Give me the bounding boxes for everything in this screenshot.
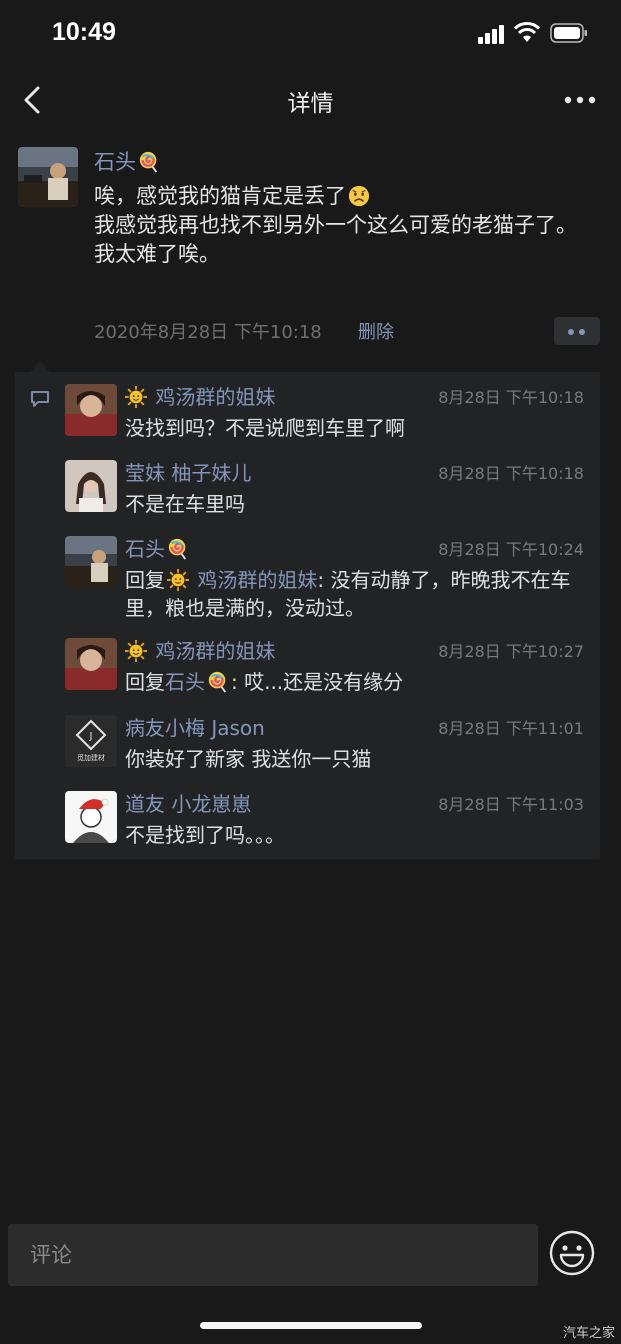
comment-text: 不是在车里吗 (125, 492, 245, 516)
battery-icon (550, 23, 587, 43)
sun-emoji-icon (125, 640, 147, 662)
home-indicator[interactable] (200, 1322, 422, 1329)
status-bar: 10:49 (0, 0, 621, 68)
lollipop-emoji-icon (207, 671, 229, 693)
comment-avatar[interactable] (65, 536, 117, 588)
reply-to-name[interactable]: 石头 (165, 670, 205, 694)
comment-author[interactable]: 莹妹 柚子妹儿 (125, 457, 251, 486)
delete-button[interactable]: 删除 (358, 318, 394, 344)
post-timestamp: 2020年8月28日 下午10:18 (94, 322, 322, 343)
wifi-icon (514, 22, 540, 42)
comment-time: 8月28日 下午10:24 (438, 540, 584, 559)
nav-bar: 详情 (0, 68, 621, 132)
comment-author[interactable]: 石头 (125, 533, 191, 562)
smiley-icon[interactable] (549, 1230, 595, 1276)
post-author-name[interactable]: 石头 (94, 146, 162, 176)
comment-time: 8月28日 下午10:18 (438, 388, 584, 407)
comment-text: 回复 鸡汤群的姐妹: 没有动静了，昨晚我不在车里，粮也是满的，没动过。 (125, 568, 571, 620)
comment-avatar[interactable] (65, 791, 117, 843)
post-line-1: 唉，感觉我的猫肯定是丢了 (94, 184, 346, 208)
avatar-logo-text: 觅加建材 (77, 754, 105, 762)
comment-author[interactable]: 鸡汤群的姐妹 (125, 381, 275, 410)
post-line-3: 我太难了唉。 (94, 242, 220, 266)
sun-emoji-icon (167, 569, 189, 591)
post-content: 唉，感觉我的猫肯定是丢了 我感觉我再也找不到另外一个这么可爱的老猫子了。 我太难… (94, 182, 594, 269)
post-author-avatar[interactable] (18, 147, 78, 207)
comment-time: 8月28日 下午10:27 (438, 642, 584, 661)
svg-text:J: J (89, 731, 93, 742)
like-comment-action-button[interactable] (554, 317, 600, 345)
comment-avatar[interactable] (65, 460, 117, 512)
comment-time: 8月28日 下午10:18 (438, 464, 584, 483)
comment-text: 没找到吗？不是说爬到车里了啊 (125, 416, 405, 440)
lollipop-emoji-icon (167, 538, 189, 560)
comment-avatar[interactable] (65, 384, 117, 436)
comment-text: 回复石头: 哎...还是没有缘分 (125, 670, 404, 694)
sun-emoji-icon (125, 386, 147, 408)
comment-text: 不是找到了吗。。。 (125, 823, 285, 847)
cellular-signal-icon (478, 25, 504, 44)
comment-panel-arrow (30, 362, 50, 372)
frown-emoji-icon (348, 185, 370, 207)
comment-author[interactable]: 鸡汤群的姐妹 (125, 635, 275, 664)
comment-author[interactable]: 病友小梅 Jason (125, 712, 265, 741)
post-line-2: 我感觉我再也找不到另外一个这么可爱的老猫子了。 (94, 213, 577, 237)
comment-author[interactable]: 道友 小龙崽崽 (125, 788, 251, 817)
lollipop-emoji-icon (138, 151, 160, 173)
status-time: 10:49 (52, 18, 116, 46)
comment-time: 8月28日 下午11:03 (438, 795, 584, 814)
comment-input[interactable] (8, 1224, 538, 1286)
comment-avatar[interactable]: J 觅加建材 (65, 715, 117, 767)
page-title: 详情 (287, 91, 334, 117)
more-icon[interactable] (560, 90, 600, 110)
action-dot (579, 329, 585, 335)
comment-list: 鸡汤群的姐妹 8月28日 下午10:18 没找到吗？不是说爬到车里了啊 莹妹 柚… (15, 372, 600, 859)
watermark: 汽车之家 (562, 1326, 615, 1341)
comment-text: 你装好了新家 我送你一只猫 (125, 747, 372, 771)
action-dot (568, 329, 574, 335)
comment-icon (31, 391, 49, 407)
reply-to-name[interactable]: 鸡汤群的姐妹 (197, 568, 317, 592)
comment-time: 8月28日 下午11:01 (438, 719, 584, 738)
comment-avatar[interactable] (65, 638, 117, 690)
